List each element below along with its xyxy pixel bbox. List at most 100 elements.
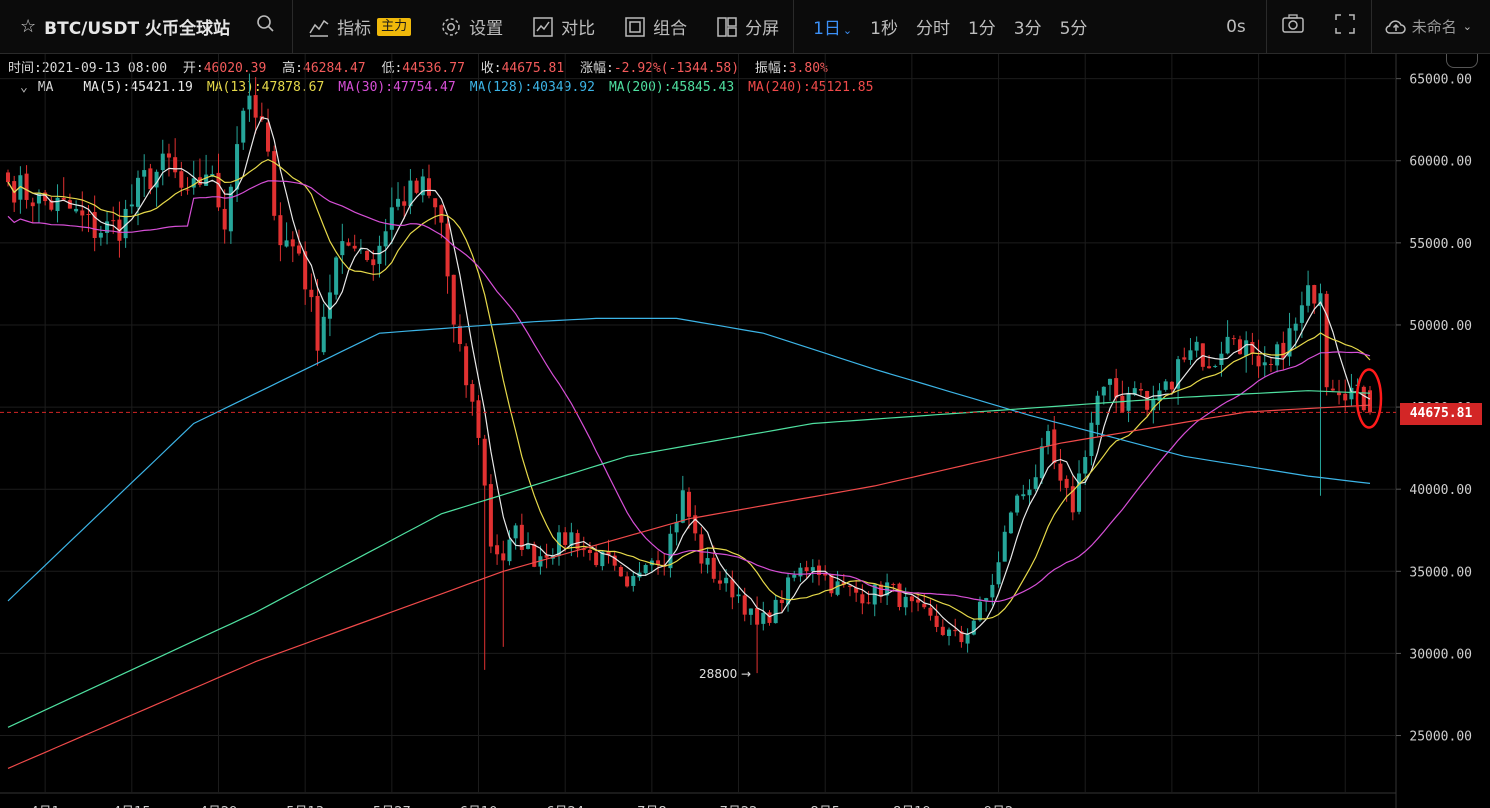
candle-body (495, 545, 500, 555)
candle-body (1021, 494, 1026, 497)
candle-body (1231, 338, 1236, 340)
candle-body (1281, 342, 1286, 358)
candle-body (148, 168, 153, 190)
candle-body (786, 577, 791, 605)
candle-body (179, 171, 184, 188)
interval-5m[interactable]: 5分 (1051, 14, 1097, 39)
search-icon[interactable] (254, 12, 278, 41)
camera-icon[interactable] (1267, 12, 1319, 41)
candle-body (402, 201, 407, 206)
star-icon[interactable]: ☆ (20, 16, 36, 37)
candle-body (940, 626, 945, 635)
candle-body (346, 242, 351, 246)
candle-body (1213, 366, 1218, 368)
compare-icon (533, 16, 553, 37)
candle-body (730, 579, 735, 598)
candle-body (680, 490, 685, 523)
candle-body (1138, 389, 1143, 391)
candle-body (1250, 342, 1255, 354)
symbol-name: BTC/USDT 火币全球站 (44, 19, 231, 39)
candle-body (470, 384, 475, 402)
layout-save-menu[interactable]: 未命名 ⌄ (1372, 15, 1490, 39)
candle-body (1244, 340, 1249, 356)
symbol-selector[interactable]: ☆ BTC/USDT 火币全球站 (0, 0, 292, 53)
candle-body (1083, 457, 1088, 474)
candle-body (1337, 392, 1342, 396)
axis-scale-handle[interactable] (1446, 54, 1478, 68)
fullscreen-icon[interactable] (1319, 12, 1371, 41)
candle-body (488, 484, 493, 547)
candle-body (594, 552, 599, 566)
candle-body (748, 608, 753, 615)
candle-body (829, 575, 834, 594)
interval-1m[interactable]: 1分 (959, 14, 1005, 39)
candle-body (266, 122, 271, 152)
candle-body (241, 110, 246, 143)
y-tick-label: 55000.00 (1409, 237, 1472, 252)
candle-body (705, 558, 710, 565)
interval-3m[interactable]: 3分 (1005, 14, 1051, 39)
compare-label: 对比 (561, 19, 596, 39)
candle-body (1095, 395, 1100, 425)
combine-button[interactable]: 组合 (609, 14, 701, 39)
candle-body (185, 189, 190, 191)
candle-body (1064, 478, 1069, 488)
candle-body (835, 581, 840, 595)
candle-body (953, 630, 958, 632)
candle-body (426, 178, 431, 196)
candle-body (761, 612, 766, 624)
candlestick-chart[interactable]: 25000.0030000.0035000.0040000.0045000.00… (0, 54, 1490, 808)
indicators-button[interactable]: 指标 主力 (293, 14, 425, 39)
candle-body (278, 215, 283, 246)
candle-body (1089, 422, 1094, 457)
interval-1d[interactable]: 1日 ⌄ (804, 14, 861, 39)
candle-body (618, 566, 623, 577)
candle-body (1114, 378, 1119, 398)
candle-body (321, 316, 326, 353)
chevron-down-icon: ⌄ (1462, 20, 1472, 33)
ma-line (7, 317, 1371, 602)
candle-body (804, 567, 809, 572)
candle-body (643, 565, 648, 574)
candle-body (686, 491, 692, 517)
candle-body (717, 580, 722, 584)
settings-button[interactable]: 设置 (425, 14, 517, 39)
candle-body (742, 595, 747, 615)
candle-body (80, 210, 85, 216)
candle-body (98, 232, 103, 238)
candle-body (235, 144, 240, 190)
y-tick-label: 35000.00 (1409, 565, 1472, 580)
candle-body (389, 207, 394, 230)
candle-body (767, 612, 772, 623)
candle-body (1293, 323, 1298, 331)
candle-body (1002, 531, 1007, 562)
candle-body (711, 557, 716, 579)
candle-body (977, 601, 982, 621)
candle-body (1027, 489, 1032, 496)
candle-body (1299, 305, 1304, 323)
candle-body (457, 325, 462, 345)
chevron-down-icon: ⌄ (842, 24, 853, 37)
split-screen-button[interactable]: 分屏 (701, 14, 793, 39)
candle-body (755, 608, 760, 625)
candle-body (61, 197, 66, 200)
candle-body (903, 596, 908, 608)
cloud-upload-icon (1385, 19, 1406, 34)
y-tick-label: 65000.00 (1409, 73, 1472, 88)
candle-body (1207, 366, 1212, 369)
candle-body (513, 525, 518, 539)
candle-body (798, 567, 803, 577)
candle-body (464, 346, 469, 386)
candle-body (290, 239, 295, 247)
interval-timeline[interactable]: 分时 (907, 14, 959, 39)
candle-body (371, 259, 376, 266)
candle-body (166, 153, 171, 158)
candle-body (792, 574, 797, 578)
y-tick-label: 30000.00 (1409, 647, 1472, 662)
interval-1s[interactable]: 1秒 (861, 14, 907, 39)
interval-selector: 1日 ⌄ 1秒 分时 1分 3分 5分 (794, 0, 1096, 53)
candle-body (587, 549, 592, 553)
candle-body (451, 274, 456, 325)
candle-body (1361, 386, 1366, 411)
compare-button[interactable]: 对比 (517, 14, 609, 39)
